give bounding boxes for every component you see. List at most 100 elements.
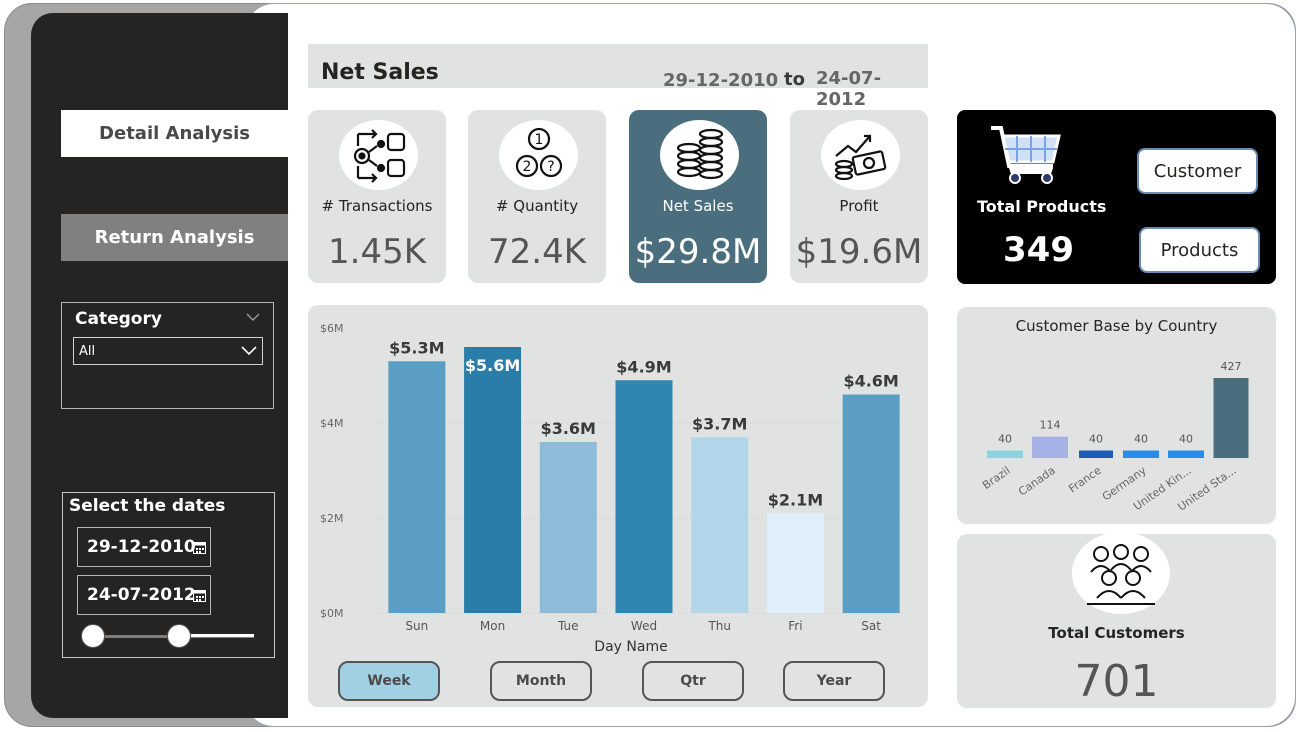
bar-data-label: $5.3M: [389, 338, 444, 357]
bar-data-label: $3.7M: [692, 414, 747, 433]
transactions-icon: [339, 120, 418, 190]
category-selected-value: All: [79, 343, 96, 359]
country-bar: [1123, 450, 1159, 458]
bar-fri: [766, 513, 824, 613]
x-tick-label: Fri: [788, 619, 802, 633]
quantity-value: 72.4K: [488, 232, 586, 272]
transactions-card: # Transactions 1.45K: [308, 110, 446, 283]
country-bar-value: 40: [1089, 433, 1103, 446]
x-tick-label: Tue: [557, 619, 579, 633]
country-bar-value: 114: [1040, 419, 1061, 432]
country-bar: [1032, 436, 1068, 458]
total-customers-value: 701: [1074, 656, 1159, 707]
year-button[interactable]: Year: [783, 661, 885, 701]
x-tick-label: Thu: [707, 619, 731, 633]
bar-data-label: $5.6M: [465, 356, 520, 375]
products-button[interactable]: Products: [1139, 227, 1260, 273]
header-bar: Net Sales 29-12-2010 to 24-07-2012: [308, 44, 928, 110]
customer-base-by-country-chart: Customer Base by Country 40 Brazil 114 Cana…: [957, 307, 1276, 524]
country-bar-value: 40: [1134, 433, 1148, 446]
country-label: Brazil: [980, 464, 1013, 492]
x-tick-label: Wed: [631, 619, 657, 633]
x-axis-title: Day Name: [594, 639, 667, 655]
customer-button[interactable]: Customer: [1137, 148, 1258, 194]
chevron-down-icon[interactable]: [245, 309, 261, 325]
svg-text:?: ?: [547, 159, 554, 175]
calendar-icon[interactable]: [193, 541, 206, 554]
country-bar: [987, 450, 1023, 458]
transactions-value: 1.45K: [328, 232, 426, 272]
header-to-label: to: [784, 69, 805, 90]
bar-data-label: $4.9M: [616, 357, 671, 376]
country-bar-value: 427: [1221, 360, 1242, 373]
page-title: Net Sales: [321, 60, 439, 85]
header-date-to: 24-07-2012: [816, 68, 882, 110]
start-date-input[interactable]: 29-12-2010: [77, 527, 211, 567]
sales-by-day-chart-svg: $0M $2M $4M $6M $5.3M Sun $5.6M Mon $3.6M Tue $4.9…: [320, 322, 908, 655]
transactions-label: # Transactions: [321, 197, 433, 215]
country-bar: [1079, 450, 1113, 458]
coins-icon: [660, 120, 739, 190]
bar-data-label: $4.6M: [843, 372, 898, 391]
total-customers-card: Total Customers 701: [957, 532, 1276, 708]
y-tick-label: $6M: [320, 322, 344, 335]
y-tick-label: $4M: [320, 417, 344, 430]
country-label: Canada: [1016, 464, 1058, 499]
total-products-value: 349: [1003, 230, 1074, 270]
sales-by-day-chart: $0M $2M $4M $6M $5.3M Sun $5.6M Mon $3.6M Tue $4.9…: [308, 305, 928, 707]
country-bar-value: 40: [998, 433, 1012, 446]
date-slicer: Select the dates 29-12-2010 24-07-2012: [62, 492, 275, 658]
svg-text:1: 1: [534, 132, 543, 148]
chevron-down-icon: [241, 346, 257, 356]
x-tick-label: Sat: [861, 619, 881, 633]
bar-data-label: $3.6M: [541, 419, 596, 438]
category-slicer: Category All: [61, 302, 274, 409]
bar-tue: [539, 442, 597, 613]
quantity-icon: 1 2 ?: [499, 120, 578, 190]
net-sales-card: Net Sales $29.8M: [629, 110, 767, 283]
category-slicer-title: Category: [75, 309, 162, 329]
x-tick-label: Mon: [480, 619, 505, 633]
total-products-card: Total Products 349 Customer Products: [957, 110, 1276, 284]
country-bar-value: 40: [1179, 433, 1193, 446]
profit-value: $19.6M: [795, 232, 923, 272]
net-sales-label: Net Sales: [662, 197, 734, 215]
month-button[interactable]: Month: [490, 661, 592, 701]
end-date-input[interactable]: 24-07-2012: [77, 575, 211, 615]
end-date-value: 24-07-2012: [87, 585, 196, 605]
detail-analysis-button[interactable]: Detail Analysis: [61, 110, 288, 157]
country-bar: [1213, 378, 1249, 458]
calendar-icon[interactable]: [193, 589, 206, 602]
profit-card: Profit $19.6M: [790, 110, 928, 283]
net-sales-value: $29.8M: [634, 232, 762, 272]
return-analysis-button[interactable]: Return Analysis: [61, 214, 288, 261]
country-label: France: [1066, 464, 1104, 496]
country-chart-svg: 40Brazil114Canada40France40Germany40Unit…: [980, 360, 1249, 514]
start-date-value: 29-12-2010: [87, 537, 196, 557]
y-tick-label: $2M: [320, 512, 344, 525]
quantity-card: 1 2 ? # Quantity 72.4K: [468, 110, 606, 283]
week-button[interactable]: Week: [338, 661, 440, 701]
bar-mon: [464, 347, 522, 613]
profit-label: Profit: [839, 197, 879, 215]
cart-icon: [991, 126, 1061, 184]
quantity-label: # Quantity: [495, 197, 579, 215]
bar-sun: [388, 361, 446, 613]
total-products-label: Total Products: [977, 197, 1107, 216]
bar-thu: [691, 437, 749, 613]
bar-sat: [842, 394, 900, 613]
x-tick-label: Sun: [405, 619, 428, 633]
date-range-start-handle[interactable]: [81, 624, 105, 648]
qtr-button[interactable]: Qtr: [642, 661, 744, 701]
date-range-end-handle[interactable]: [167, 624, 191, 648]
category-dropdown[interactable]: All: [73, 337, 263, 365]
svg-text:2: 2: [522, 159, 531, 175]
bar-wed: [615, 380, 673, 613]
date-slicer-title: Select the dates: [69, 496, 226, 516]
header-date-from: 29-12-2010: [663, 70, 779, 91]
y-tick-label: $0M: [320, 607, 344, 620]
country-bar: [1168, 450, 1204, 458]
people-icon: [1072, 532, 1170, 614]
profit-icon: [821, 120, 900, 190]
bar-data-label: $2.1M: [768, 490, 823, 509]
